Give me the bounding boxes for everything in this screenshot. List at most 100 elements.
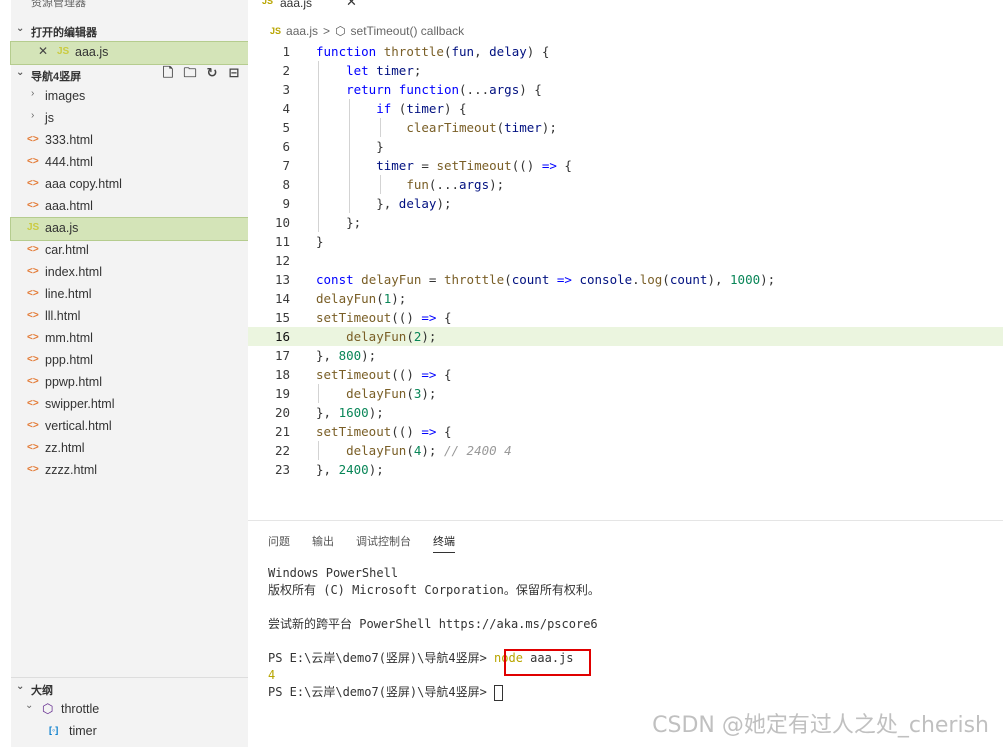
html-file-icon: <> (27, 310, 39, 321)
open-editor-name: aaa.js (75, 45, 109, 59)
chevron-down-icon[interactable]: ⌄ (16, 23, 24, 34)
file-name: zzzz.html (45, 463, 98, 477)
open-editors-label: 打开的编辑器 (31, 27, 97, 39)
file-item[interactable]: <> aaa.html (11, 196, 248, 218)
outline-label: 大纲 (31, 685, 53, 697)
open-editors-section[interactable]: ⌄ 打开的编辑器 (11, 20, 248, 42)
html-file-icon: <> (27, 420, 39, 431)
open-editor-item[interactable]: ✕ JS aaa.js (10, 41, 249, 65)
file-item[interactable]: <> swipper.html (11, 394, 248, 416)
code-line: 11} (274, 234, 324, 249)
file-name: line.html (45, 287, 92, 301)
terminal-prompt: PS E:\云岸\demo7(竖屏)\导航4竖屏> (268, 651, 495, 665)
tab-problems[interactable]: 问题 (268, 533, 290, 553)
explorer-title: 资源管理器 (31, 0, 86, 9)
terminal-cursor (494, 684, 504, 701)
file-name: 333.html (45, 133, 93, 147)
code-line: 13 const delayFun = throttle(count => con… (274, 272, 776, 287)
file-name: 444.html (45, 155, 93, 169)
close-icon[interactable]: ✕ (38, 44, 48, 58)
folder-item-js[interactable]: › js (11, 108, 248, 130)
outline-item-timer[interactable]: [◦] timer (11, 721, 248, 743)
html-file-icon: <> (27, 332, 39, 343)
file-name: swipper.html (45, 397, 115, 411)
file-item[interactable]: <> vertical.html (11, 416, 248, 438)
html-file-icon: <> (27, 178, 39, 189)
outline-item-throttle[interactable]: ⌄ ⬡ throttle (11, 699, 248, 721)
collapse-icon[interactable]: ⊟ (226, 65, 242, 81)
highlight-box (504, 649, 591, 676)
watermark: CSDN @她定有过人之处_cherish (652, 713, 989, 738)
code-line: 15 setTimeout(() => { (274, 310, 452, 325)
outline-name: throttle (61, 702, 100, 716)
code-line: 1 function throttle(fun, delay) { (282, 44, 550, 59)
tab-terminal[interactable]: 终端 (433, 533, 455, 553)
code-line: 6 } (282, 139, 384, 154)
file-name: ppp.html (45, 353, 93, 367)
folder-item-images[interactable]: › images (11, 86, 248, 108)
file-name: aaa.html (45, 199, 93, 213)
close-icon[interactable]: ✕ (346, 0, 357, 10)
file-item[interactable]: <> index.html (11, 262, 248, 284)
file-name: car.html (45, 243, 89, 257)
code-line: 21 setTimeout(() => { (274, 424, 452, 439)
terminal-line: Windows PowerShell (268, 566, 399, 580)
breadcrumb-file[interactable]: aaa.js (286, 24, 318, 38)
variable-symbol-icon: [◦] (49, 725, 59, 735)
file-item[interactable]: <> 333.html (11, 130, 248, 152)
code-area[interactable]: 1 function throttle(fun, delay) { 2 let t… (248, 42, 1003, 479)
file-name: mm.html (45, 331, 93, 345)
tab-debug-console[interactable]: 调试控制台 (356, 533, 411, 553)
terminal-prompt: PS E:\云岸\demo7(竖屏)\导航4竖屏> (268, 685, 495, 699)
file-name: zz.html (45, 441, 85, 455)
terminal[interactable]: Windows PowerShell 版权所有 (C) Microsoft Co… (268, 565, 600, 701)
html-file-icon: <> (27, 200, 39, 211)
html-file-icon: <> (27, 288, 39, 299)
breadcrumb: JS aaa.js > ⬡ setTimeout() callback (270, 24, 464, 38)
file-item[interactable]: <> mm.html (11, 328, 248, 350)
refresh-icon[interactable]: ↻ (204, 65, 220, 81)
chevron-down-icon[interactable]: ⌄ (16, 67, 24, 78)
code-line: 23}, 2400); (274, 462, 384, 477)
explorer-header: 资源管理器 ··· (11, 0, 248, 13)
js-file-icon: JS (270, 26, 282, 36)
html-file-icon: <> (27, 156, 39, 167)
code-line: 2 let timer; (282, 63, 422, 78)
file-item[interactable]: <> 444.html (11, 152, 248, 174)
more-actions-icon[interactable]: ··· (221, 0, 234, 6)
html-file-icon: <> (27, 134, 39, 145)
code-line: 5 clearTimeout(timer); (282, 120, 557, 135)
html-file-icon: <> (27, 244, 39, 255)
file-item[interactable]: <> line.html (11, 284, 248, 306)
new-file-icon[interactable]: 🗋 (160, 65, 176, 81)
code-line: 22 delayFun(4); // 2400 4 (274, 443, 512, 458)
html-file-icon: <> (27, 464, 39, 475)
code-line: 17}, 800); (274, 348, 377, 363)
breadcrumb-symbol[interactable]: setTimeout() callback (351, 24, 465, 38)
file-item[interactable]: <> ppwp.html (11, 372, 248, 394)
terminal-line: 版权所有 (C) Microsoft Corporation。保留所有权利。 (268, 583, 600, 597)
js-file-icon: JS (262, 0, 274, 6)
function-symbol-icon: ⬡ (42, 701, 54, 716)
tab-name: aaa.js (280, 0, 313, 10)
file-name: vertical.html (45, 419, 112, 433)
file-item[interactable]: <> ppp.html (11, 350, 248, 372)
js-file-icon: JS (27, 222, 40, 233)
tab-output[interactable]: 输出 (312, 533, 334, 553)
chevron-down-icon[interactable]: ⌄ (16, 681, 24, 692)
file-item-selected[interactable]: JS aaa.js (10, 217, 249, 241)
file-item[interactable]: <> zz.html (11, 438, 248, 460)
outline-section[interactable]: ⌄ 大纲 (11, 677, 248, 700)
code-line: 4 if (timer) { (282, 101, 467, 116)
new-folder-icon[interactable]: 🗀 (182, 65, 198, 81)
file-item[interactable]: <> lll.html (11, 306, 248, 328)
editor-tab[interactable]: JS aaa.js ✕ (248, 0, 373, 13)
folder-section[interactable]: ⌄ 导航4竖屏 🗋 🗀 ↻ ⊟ (11, 64, 248, 86)
html-file-icon: <> (27, 398, 39, 409)
file-item[interactable]: <> aaa copy.html (11, 174, 248, 196)
file-item[interactable]: <> zzzz.html (11, 460, 248, 482)
chevron-right-icon: › (31, 110, 35, 121)
file-item[interactable]: <> car.html (11, 240, 248, 262)
